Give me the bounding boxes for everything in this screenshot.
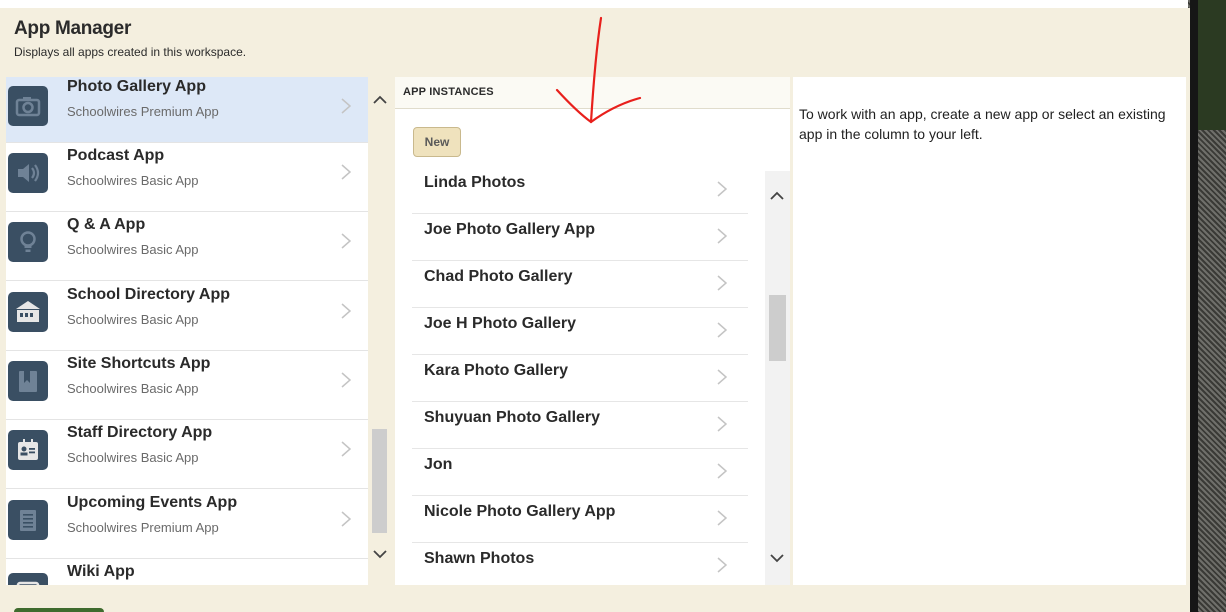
- app-item-staff-directory[interactable]: Staff Directory App Schoolwires Basic Ap…: [6, 420, 368, 489]
- app-name: School Directory App: [67, 286, 230, 303]
- bookmark-icon: [8, 361, 48, 401]
- app-item-q-and-a[interactable]: Q & A App Schoolwires Basic App: [6, 212, 368, 281]
- app-type: Schoolwires Basic App: [67, 242, 199, 257]
- app-type: Schoolwires Basic App: [67, 312, 199, 327]
- chevron-right-icon: [717, 275, 728, 291]
- instance-item[interactable]: Shawn Photos: [412, 543, 748, 585]
- apps-list: Photo Gallery App Schoolwires Premium Ap…: [6, 77, 368, 585]
- app-type: Schoolwires Basic App: [67, 173, 199, 188]
- instance-item[interactable]: Shuyuan Photo Gallery: [412, 402, 748, 449]
- scrollbar-thumb[interactable]: [372, 429, 387, 533]
- instance-name: Jon: [424, 456, 453, 473]
- app-item-wiki[interactable]: Wiki App: [6, 559, 368, 585]
- contact-card-icon: [8, 430, 48, 470]
- app-item-school-directory[interactable]: School Directory App Schoolwires Basic A…: [6, 282, 368, 351]
- instance-name: Nicole Photo Gallery App: [424, 503, 616, 520]
- app-details-panel: To work with an app, create a new app or…: [793, 77, 1186, 585]
- chevron-right-icon: [341, 441, 352, 457]
- app-instances-heading: APP INSTANCES: [403, 86, 494, 98]
- instance-item[interactable]: Nicole Photo Gallery App: [412, 496, 748, 543]
- app-name: Staff Directory App: [67, 424, 213, 441]
- speaker-icon: [8, 153, 48, 193]
- app-item-photo-gallery[interactable]: Photo Gallery App Schoolwires Premium Ap…: [6, 77, 368, 143]
- scroll-down-icon[interactable]: [372, 549, 388, 559]
- scrollbar-thumb[interactable]: [769, 295, 786, 361]
- instance-name: Kara Photo Gallery: [424, 362, 569, 379]
- apps-list-scrollbar[interactable]: [368, 77, 392, 585]
- chevron-right-icon: [717, 228, 728, 244]
- new-instance-button[interactable]: New: [413, 127, 461, 157]
- app-item-podcast[interactable]: Podcast App Schoolwires Basic App: [6, 143, 368, 212]
- scroll-down-icon[interactable]: [769, 553, 785, 563]
- chevron-right-icon: [717, 181, 728, 197]
- app-name: Site Shortcuts App: [67, 355, 211, 372]
- chevron-right-icon: [341, 372, 352, 388]
- instance-name: Joe H Photo Gallery: [424, 315, 577, 332]
- instance-item[interactable]: Linda Photos: [412, 167, 748, 214]
- app-item-upcoming-events[interactable]: Upcoming Events App Schoolwires Premium …: [6, 490, 368, 559]
- app-name: Photo Gallery App: [67, 78, 206, 95]
- app-instances-panel: APP INSTANCES New Linda Photos Joe Photo…: [395, 77, 790, 585]
- details-hint: To work with an app, create a new app or…: [799, 106, 1166, 142]
- bottom-action-button[interactable]: [14, 608, 104, 612]
- app-item-site-shortcuts[interactable]: Site Shortcuts App Schoolwires Basic App: [6, 351, 368, 420]
- instance-name: Shuyuan Photo Gallery: [424, 409, 601, 426]
- camera-icon: [8, 86, 48, 126]
- instance-name: Shawn Photos: [424, 550, 535, 567]
- chevron-right-icon: [717, 416, 728, 432]
- desktop-background-top: [1196, 0, 1226, 130]
- instance-item[interactable]: Kara Photo Gallery: [412, 355, 748, 402]
- page-title: App Manager: [14, 18, 132, 39]
- app-type: Schoolwires Basic App: [67, 450, 199, 465]
- wiki-icon: [8, 573, 48, 585]
- chevron-right-icon: [717, 463, 728, 479]
- chevron-right-icon: [341, 98, 352, 114]
- chevron-right-icon: [717, 369, 728, 385]
- app-type: Schoolwires Premium App: [67, 520, 219, 535]
- scroll-up-icon[interactable]: [372, 95, 388, 105]
- chevron-right-icon: [717, 510, 728, 526]
- instances-scrollbar[interactable]: [765, 171, 790, 585]
- app-name: Podcast App: [67, 147, 165, 164]
- chevron-right-icon: [341, 511, 352, 527]
- app-name: Q & A App: [67, 216, 146, 233]
- instance-item[interactable]: Joe H Photo Gallery: [412, 308, 748, 355]
- instance-item[interactable]: Joe Photo Gallery App: [412, 214, 748, 261]
- lightbulb-icon: [8, 222, 48, 262]
- chevron-right-icon: [717, 322, 728, 338]
- page-subtitle: Displays all apps created in this worksp…: [14, 45, 247, 59]
- top-edge: [0, 0, 1226, 8]
- chevron-right-icon: [341, 164, 352, 180]
- instance-name: Chad Photo Gallery: [424, 268, 573, 285]
- app-type: Schoolwires Basic App: [67, 381, 199, 396]
- calendar-icon: [8, 500, 48, 540]
- instance-item[interactable]: Chad Photo Gallery: [412, 261, 748, 308]
- chevron-right-icon: [717, 557, 728, 573]
- app-name: Wiki App: [67, 563, 135, 580]
- instance-name: Joe Photo Gallery App: [424, 221, 595, 238]
- instance-item[interactable]: Jon: [412, 449, 748, 496]
- building-icon: [8, 292, 48, 332]
- app-type: Schoolwires Premium App: [67, 104, 219, 119]
- scroll-up-icon[interactable]: [769, 191, 785, 201]
- window-edge: [1190, 0, 1198, 612]
- chevron-right-icon: [341, 233, 352, 249]
- instance-name: Linda Photos: [424, 174, 526, 191]
- header: App Manager Displays all apps created in…: [14, 18, 246, 59]
- app-name: Upcoming Events App: [67, 494, 238, 511]
- hand-drawn-arrow-annotation: [555, 16, 642, 124]
- chevron-right-icon: [341, 303, 352, 319]
